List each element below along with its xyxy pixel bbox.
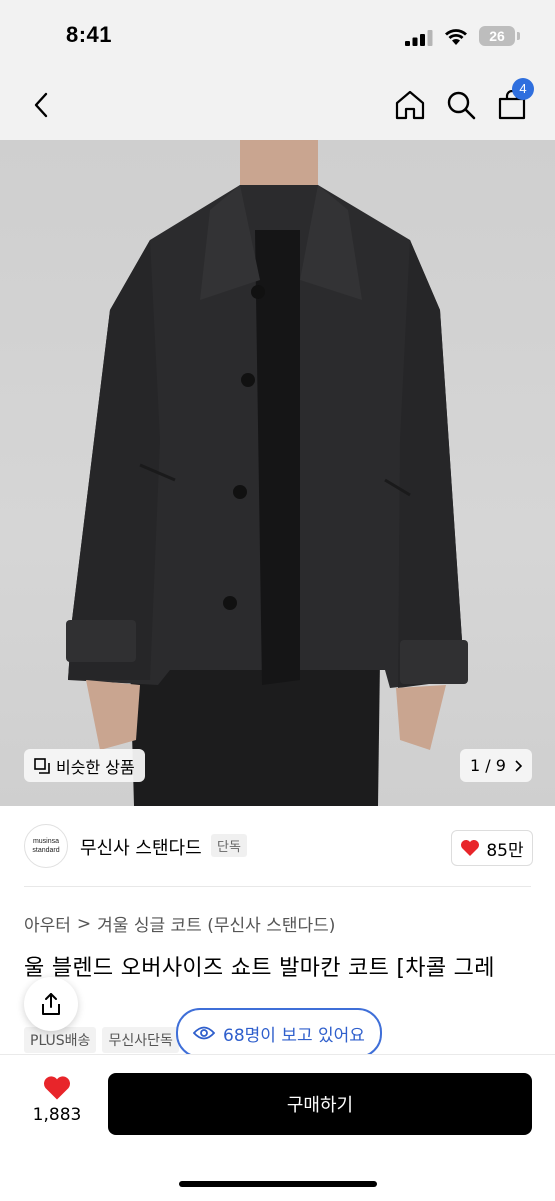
wifi-icon: [445, 29, 467, 45]
brand-name[interactable]: 무신사 스탠다드: [80, 834, 202, 860]
cart-count-badge: 4: [512, 78, 534, 100]
share-icon: [42, 993, 60, 1015]
product-photo-illustration: [66, 140, 468, 806]
heart-icon: [44, 1076, 70, 1100]
status-time: 8:41: [66, 22, 113, 47]
bottom-action-bar: 1,883 구매하기: [0, 1054, 555, 1201]
exclusive-badge: 단독: [211, 834, 247, 857]
wishlist-count: 1,883: [32, 1105, 82, 1125]
nav-bar: 4: [0, 70, 555, 140]
home-button[interactable]: [391, 86, 429, 124]
image-counter[interactable]: 1 / 9: [460, 749, 532, 782]
chevron-right-icon: [515, 759, 522, 772]
product-title: 울 블렌드 오버사이즈 쇼트 발마칸 코트 [차콜 그레: [24, 956, 495, 981]
similar-label: 비슷한 상품: [56, 757, 135, 777]
tag-exclusive: 무신사단독: [102, 1027, 179, 1053]
viewers-badge: 68명이 보고 있어요: [176, 1008, 382, 1058]
product-image[interactable]: 비슷한 상품 1 / 9: [0, 140, 555, 806]
buy-button[interactable]: 구매하기: [108, 1073, 532, 1135]
brand-logo-line2: standard: [32, 847, 60, 854]
eye-icon: [193, 1026, 216, 1040]
brand-row: musinsa standard 무신사 스탠다드 단독 85만: [0, 806, 555, 886]
viewers-text: 68명이 보고 있어요: [223, 1025, 365, 1046]
product-tags: PLUS배송 무신사단독: [24, 1027, 179, 1053]
breadcrumb-separator: >: [76, 913, 92, 934]
home-icon: [395, 90, 425, 120]
cellular-signal-icon: [405, 30, 433, 46]
back-button[interactable]: [24, 86, 58, 124]
heart-icon: [461, 840, 480, 856]
tag-plus-delivery: PLUS배송: [24, 1027, 97, 1053]
wishlist-button[interactable]: 1,883: [22, 1075, 92, 1125]
brand-logo[interactable]: musinsa standard: [24, 824, 68, 868]
battery-indicator: 26: [479, 26, 515, 46]
breadcrumb-subcategory[interactable]: 겨울 싱글 코트 (무신사 스탠다드): [97, 911, 335, 936]
share-button[interactable]: [24, 977, 78, 1031]
battery-nub: [517, 32, 520, 40]
divider: [24, 886, 531, 887]
similar-products-button[interactable]: 비슷한 상품: [24, 749, 145, 782]
search-button[interactable]: [443, 86, 479, 124]
chevron-left-icon: [34, 92, 48, 118]
status-bar: 8:41 26: [0, 0, 555, 70]
breadcrumb-category[interactable]: 아우터: [24, 911, 71, 936]
search-icon: [447, 91, 476, 120]
brand-like-button[interactable]: 85만: [451, 830, 533, 866]
brand-like-count: 85만: [486, 840, 524, 861]
similar-icon: [34, 757, 50, 774]
home-indicator: [179, 1181, 377, 1187]
cart-button[interactable]: 4: [496, 78, 534, 122]
breadcrumb: 아우터 > 겨울 싱글 코트 (무신사 스탠다드): [24, 911, 335, 937]
image-counter-text: 1 / 9: [470, 756, 506, 775]
brand-logo-line1: musinsa: [32, 838, 60, 845]
